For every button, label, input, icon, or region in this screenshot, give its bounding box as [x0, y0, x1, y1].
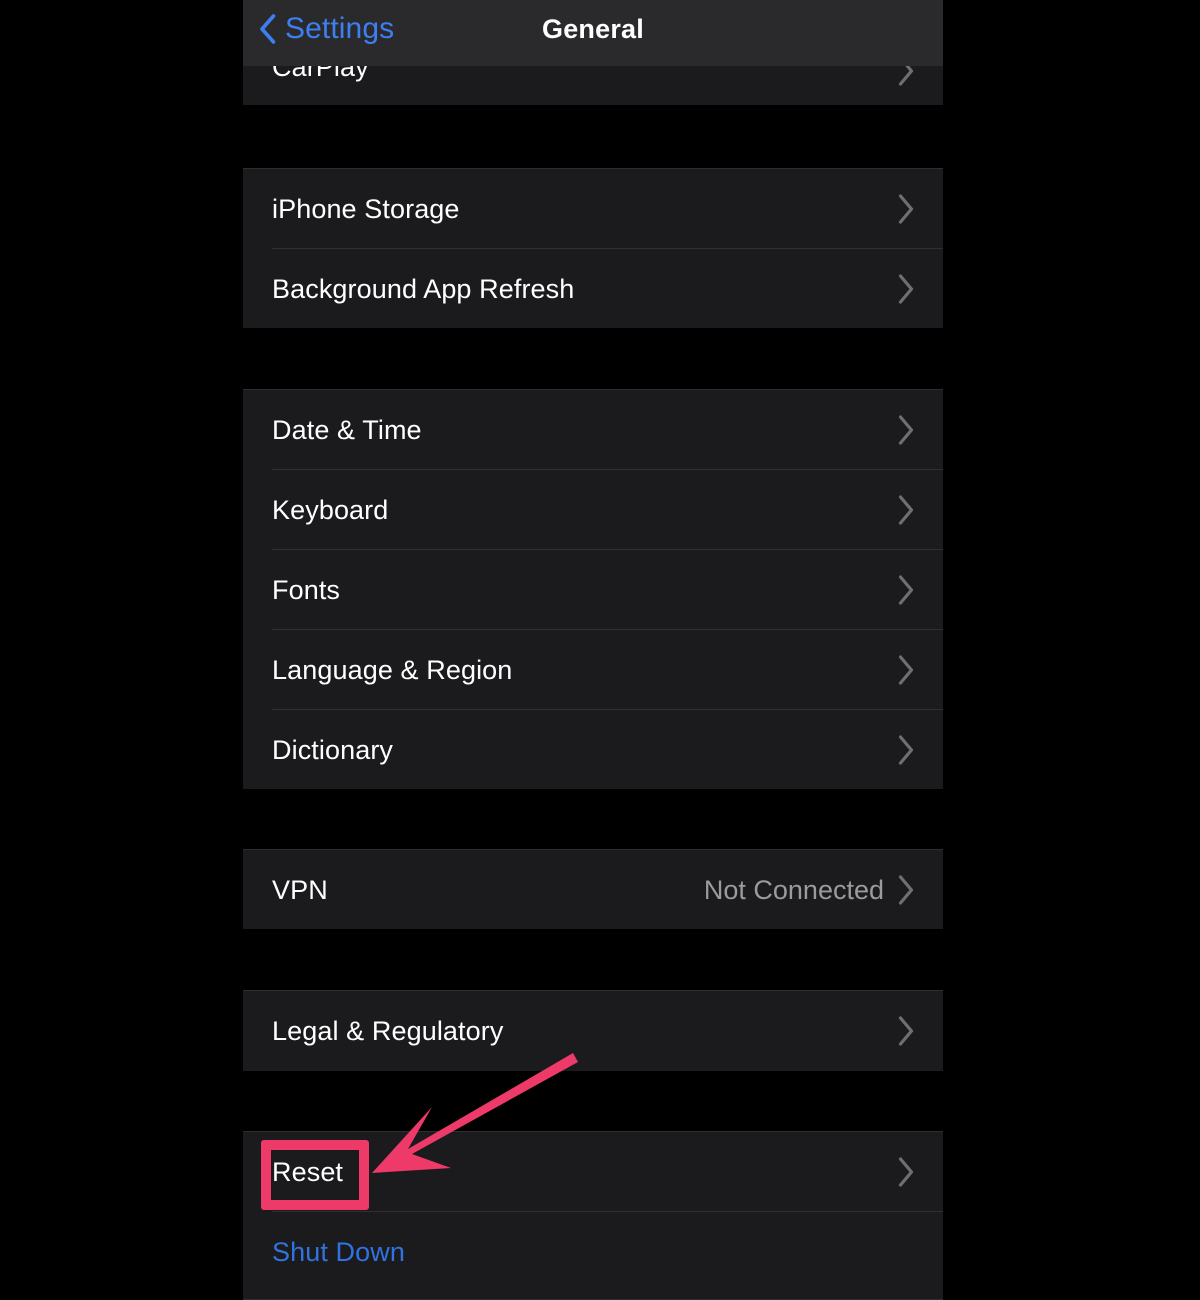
chevron-right-icon [898, 274, 914, 304]
settings-row-label: Shut Down [272, 1236, 405, 1267]
settings-row-label: Language & Region [272, 654, 513, 685]
settings-row-background-app-refresh[interactable]: Background App Refresh [243, 249, 943, 328]
reset-highlight-box [261, 1140, 369, 1210]
settings-row-label: Legal & Regulatory [272, 1015, 504, 1046]
phone-screen: CarPlay iPhone Storage Background App Re… [0, 0, 1200, 1300]
navigation-bar: Settings General [243, 0, 943, 66]
chevron-right-icon [898, 575, 914, 605]
settings-group-datetime: Date & Time Keyboard Fonts Language & Re… [243, 389, 943, 789]
settings-row-label: Fonts [272, 574, 341, 605]
settings-row-label: Keyboard [272, 494, 389, 525]
chevron-right-icon [898, 655, 914, 685]
settings-row-label: Date & Time [272, 414, 422, 445]
settings-row-dictionary[interactable]: Dictionary [243, 710, 943, 789]
settings-row-legal-and-regulatory[interactable]: Legal & Regulatory [243, 991, 943, 1071]
vpn-status-value: Not Connected [703, 874, 884, 905]
chevron-right-icon [898, 875, 914, 905]
chevron-right-icon [898, 495, 914, 525]
settings-row-label: iPhone Storage [272, 193, 460, 224]
chevron-right-icon [898, 194, 914, 224]
settings-group-storage: iPhone Storage Background App Refresh [243, 168, 943, 328]
settings-group-vpn: VPN Not Connected [243, 849, 943, 929]
settings-row-label: Background App Refresh [272, 273, 575, 304]
settings-row-vpn[interactable]: VPN Not Connected [243, 850, 943, 929]
settings-row-date-and-time[interactable]: Date & Time [243, 390, 943, 470]
settings-group-legal: Legal & Regulatory [243, 990, 943, 1071]
page-title: General [542, 13, 644, 44]
settings-row-fonts[interactable]: Fonts [243, 550, 943, 630]
chevron-right-icon [898, 735, 914, 765]
settings-row-iphone-storage[interactable]: iPhone Storage [243, 169, 943, 249]
chevron-right-icon [898, 415, 914, 445]
chevron-right-icon [898, 1016, 914, 1046]
settings-row-label: VPN [272, 874, 328, 905]
settings-row-keyboard[interactable]: Keyboard [243, 470, 943, 550]
chevron-right-icon [898, 1157, 914, 1187]
settings-row-shut-down[interactable]: Shut Down [243, 1212, 943, 1292]
settings-row-language-and-region[interactable]: Language & Region [243, 630, 943, 710]
settings-row-label: Dictionary [272, 734, 394, 765]
